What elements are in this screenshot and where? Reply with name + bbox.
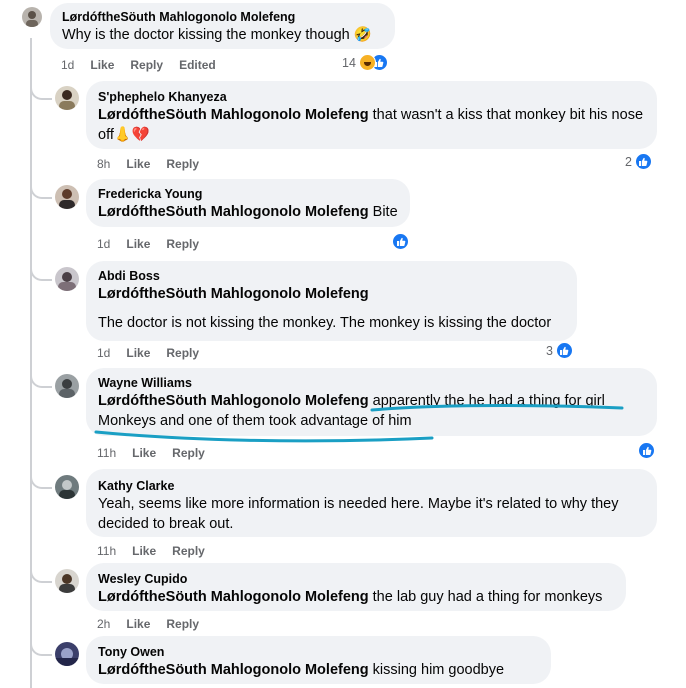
comment-text: Why is the doctor kissing the monkey tho… [62,27,372,43]
reply-button[interactable]: Reply [172,543,205,559]
reply-bubble: Abdi Boss LørdóftheSöuth Mahlogonolo Mol… [86,261,577,341]
haha-icon [358,54,376,71]
reply-author[interactable]: Wesley Cupido [98,571,614,587]
reply-text: the lab guy had a thing for monkeys [372,589,603,605]
reply-text: Bite [372,204,398,220]
like-button[interactable]: Like [90,57,114,73]
reply-author[interactable]: S'phephelo Khanyeza [98,89,645,105]
reply-time[interactable]: 11h [97,445,116,461]
like-icon [634,153,652,170]
thread-curve [30,368,52,388]
reply-actions: 1d Like Reply [97,236,199,252]
reaction-count: 14 [342,55,356,70]
reply-bubble: Wesley Cupido LørdóftheSöuth Mahlogonolo… [86,563,626,611]
thread-curve [30,636,52,656]
reply-bubble: Fredericka Young LørdóftheSöuth Mahlogon… [86,179,410,227]
reply-bubble: Wayne Williams LørdóftheSöuth Mahlogonol… [86,368,657,436]
reply-text: Yeah, seems like more information is nee… [98,496,619,532]
reaction-summary[interactable]: 3 [546,342,573,359]
reaction-count: 2 [625,154,632,169]
avatar[interactable] [55,642,79,666]
avatar[interactable] [55,267,79,291]
reply-bubble: Tony Owen LørdóftheSöuth Mahlogonolo Mol… [86,636,551,684]
reply-author[interactable]: Tony Owen [98,644,539,660]
reply-text: kissing him goodbye [372,662,505,678]
like-button[interactable]: Like [126,156,150,172]
reply-time[interactable]: 11h [97,543,116,559]
reply-bubble: S'phephelo Khanyeza LørdóftheSöuth Mahlo… [86,81,657,149]
thread-curve [30,80,52,100]
like-button[interactable]: Like [126,236,150,252]
avatar[interactable] [55,374,79,398]
like-button[interactable]: Like [126,345,150,361]
reply-button[interactable]: Reply [166,616,199,632]
comment-actions: 1d Like Reply Edited [61,57,216,73]
reply-author[interactable]: Kathy Clarke [98,478,645,494]
reply-author[interactable]: Abdi Boss [98,268,565,284]
reaction-summary[interactable]: 14 [342,54,388,71]
thread-curve [30,469,52,489]
mention-tag[interactable]: LørdóftheSöuth Mahlogonolo Molefeng [98,589,369,605]
edited-label: Edited [179,58,216,72]
reply-text: The doctor is not kissing the monkey. Th… [98,315,552,331]
avatar[interactable] [55,475,79,499]
like-button[interactable]: Like [132,543,156,559]
reply-button[interactable]: Reply [166,236,199,252]
comment-time[interactable]: 1d [61,57,74,73]
reply-button[interactable]: Reply [166,156,199,172]
reply-button[interactable]: Reply [172,445,205,461]
reply-author[interactable]: Fredericka Young [98,186,398,202]
mention-tag[interactable]: LørdóftheSöuth Mahlogonolo Molefeng [98,286,369,302]
like-icon [392,233,409,250]
thread-connector-line [30,38,32,688]
reply-actions: 11h Like Reply [97,543,205,559]
reaction-summary[interactable] [392,233,409,250]
like-icon [638,442,655,459]
reply-author[interactable]: Wayne Williams [98,375,645,391]
thread-curve [30,563,52,583]
reply-button[interactable]: Reply [130,57,163,73]
comment-bubble: LørdóftheSöuth Mahlogonolo Molefeng Why … [50,3,395,49]
comment-author[interactable]: LørdóftheSöuth Mahlogonolo Molefeng [62,9,383,25]
reaction-count: 3 [546,343,553,358]
reaction-summary[interactable] [638,442,655,459]
reply-actions: 8h Like Reply [97,156,199,172]
reply-time[interactable]: 1d [97,345,110,361]
avatar[interactable] [55,569,79,593]
avatar[interactable] [55,185,79,209]
reply-time[interactable]: 2h [97,616,110,632]
reply-bubble: Kathy Clarke Yeah, seems like more infor… [86,469,657,537]
like-icon [555,342,573,359]
thread-curve [30,179,52,199]
mention-tag[interactable]: LørdóftheSöuth Mahlogonolo Molefeng [98,204,369,220]
reaction-summary[interactable]: 2 [625,153,652,170]
avatar[interactable] [22,7,42,27]
reply-actions: 11h Like Reply [97,445,205,461]
mention-tag[interactable]: LørdóftheSöuth Mahlogonolo Molefeng [98,107,369,123]
mention-tag[interactable]: LørdóftheSöuth Mahlogonolo Molefeng [98,662,369,678]
reply-actions: 2h Like Reply [97,616,199,632]
like-button[interactable]: Like [126,616,150,632]
reply-time[interactable]: 8h [97,156,110,172]
like-button[interactable]: Like [132,445,156,461]
avatar[interactable] [55,86,79,110]
reply-actions: 1d Like Reply [97,345,199,361]
reply-time[interactable]: 1d [97,236,110,252]
mention-tag[interactable]: LørdóftheSöuth Mahlogonolo Molefeng [98,393,369,409]
reply-button[interactable]: Reply [166,345,199,361]
thread-curve [30,261,52,281]
